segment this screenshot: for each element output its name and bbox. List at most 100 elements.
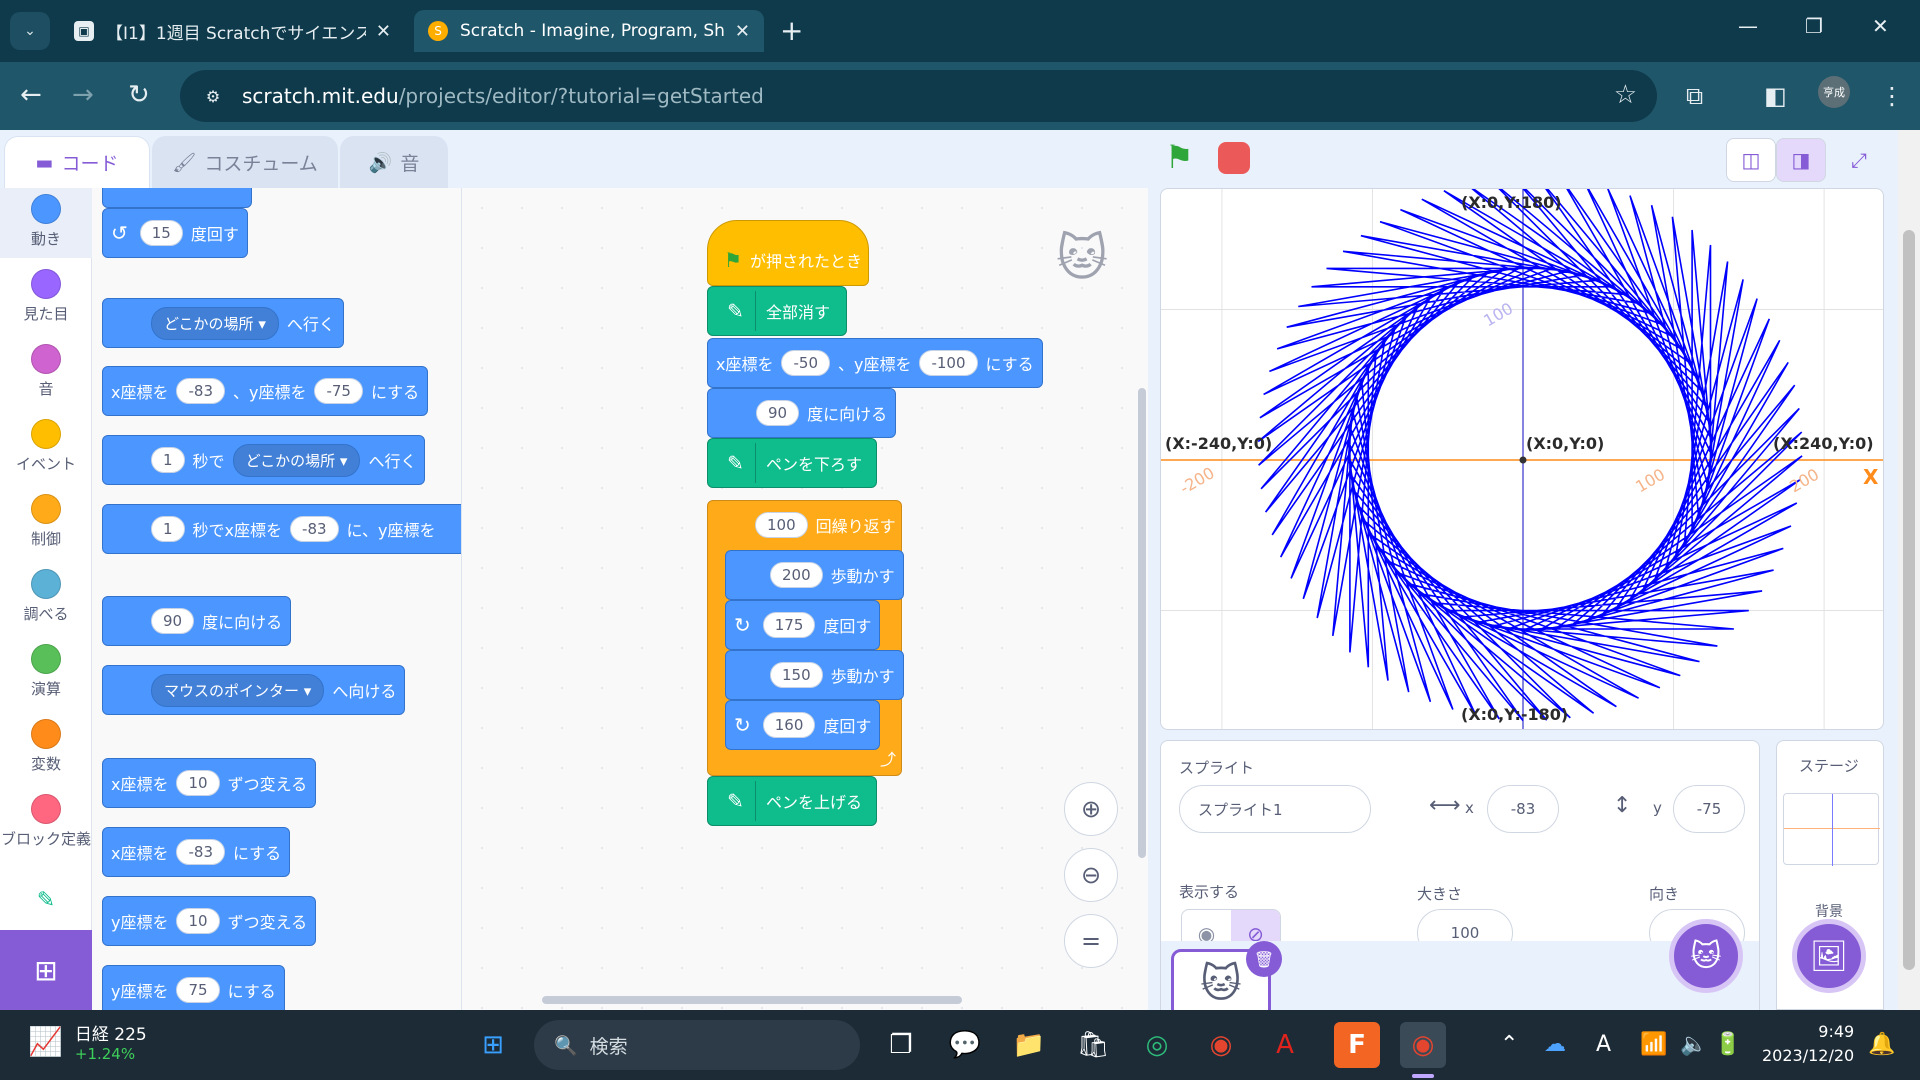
task-view-icon[interactable]: ❐	[878, 1022, 924, 1068]
new-tab-plus-icon[interactable]: +	[780, 14, 803, 47]
block-input[interactable]: 90	[151, 608, 195, 634]
y-position-field[interactable]: -75	[1673, 785, 1745, 833]
stage-target-pane[interactable]: ステージ 背景 🖼	[1776, 740, 1884, 1010]
block-input[interactable]: 200	[770, 562, 823, 588]
block-input[interactable]: -100	[919, 350, 978, 376]
block-input[interactable]: 1	[151, 447, 185, 473]
bookmark-star-icon[interactable]: ☆	[1614, 80, 1637, 110]
delete-trash-icon[interactable]: 🗑	[1246, 941, 1282, 977]
page-scrollbar[interactable]	[1898, 130, 1920, 1010]
code-workspace[interactable]: ⚑ が押されたとき ✎ 全部消す x座標を -50 、y座標を -100 にする…	[462, 188, 1148, 1010]
taskbar-search[interactable]: 🔍 検索	[534, 1020, 860, 1070]
category-pen[interactable]: ✎	[0, 888, 92, 928]
extensions-puzzle-icon[interactable]: ⧉	[1686, 82, 1703, 110]
pen-down-block[interactable]: ✎ ペンを下ろす	[707, 438, 877, 488]
wifi-icon[interactable]: 📶	[1640, 1032, 1667, 1057]
zoom-reset-icon[interactable]: =	[1064, 914, 1118, 968]
workspace-vertical-scrollbar[interactable]	[1138, 388, 1146, 858]
add-backdrop-image-icon[interactable]: 🖼	[1792, 919, 1866, 993]
point-direction-block[interactable]: 90 度に向ける	[707, 388, 897, 438]
palette-block-goto[interactable]: どこかの場所 ▾ へ行く	[102, 298, 344, 348]
palette-block-point-direction[interactable]: 90 度に向ける	[102, 596, 292, 646]
chrome-profile-icon[interactable]: ◉	[1400, 1022, 1446, 1068]
sprite-name-field[interactable]: スプライト1	[1179, 785, 1371, 833]
palette-block-turn-right[interactable]	[102, 188, 252, 208]
palette-block-point-towards[interactable]: マウスのポインター ▾ へ向ける	[102, 665, 406, 715]
block-input[interactable]: -83	[176, 839, 225, 865]
windows-start-icon[interactable]: ⊞	[470, 1022, 516, 1068]
block-input[interactable]: -75	[314, 378, 363, 404]
block-input[interactable]: -50	[781, 350, 830, 376]
block-input[interactable]: -83	[290, 516, 339, 542]
category-sound[interactable]: 音	[0, 338, 92, 408]
palette-block-set-x[interactable]: x座標を -83 にする	[102, 827, 291, 877]
fullscreen-icon[interactable]: ⤢	[1834, 138, 1884, 182]
pen-up-block[interactable]: ✎ ペンを上げる	[707, 776, 877, 826]
side-panel-icon[interactable]: ◧	[1764, 82, 1787, 110]
block-input[interactable]: 160	[762, 712, 816, 738]
move-steps-block[interactable]: 150 歩動かす	[725, 650, 904, 700]
tab-search-chevron-icon[interactable]: ⌄	[10, 12, 50, 50]
teams-chat-icon[interactable]: 💬	[942, 1022, 988, 1068]
onedrive-cloud-icon[interactable]: ☁	[1544, 1032, 1566, 1057]
category-motion[interactable]: 動き	[0, 188, 92, 258]
stage-canvas[interactable]: (X:0,Y:180) (X:0,Y:-180) (X:-240,Y:0) (X…	[1160, 188, 1884, 730]
palette-block-goto-xy[interactable]: x座標を -83 、y座標を -75 にする	[102, 366, 429, 416]
kebab-menu-icon[interactable]: ⋮	[1880, 82, 1904, 110]
block-input[interactable]: 100	[755, 512, 808, 538]
battery-icon[interactable]: 🔋	[1714, 1032, 1741, 1057]
fusion360-icon[interactable]: F	[1334, 1022, 1380, 1068]
block-dropdown[interactable]: マウスのポインター ▾	[151, 673, 325, 707]
palette-block-turn-left[interactable]: ↺ 15 度回す	[102, 208, 248, 258]
stop-sign-icon[interactable]	[1218, 142, 1250, 174]
ime-a-icon[interactable]: A	[1596, 1032, 1611, 1057]
system-clock[interactable]: 9:49 2023/12/20	[1762, 1020, 1854, 1068]
block-input[interactable]: 150	[770, 662, 823, 688]
block-input[interactable]: -83	[176, 378, 225, 404]
edge-browser-icon[interactable]: ◎	[1134, 1022, 1180, 1068]
palette-block-set-y[interactable]: y座標を 75 にする	[102, 965, 285, 1010]
x-position-field[interactable]: -83	[1487, 785, 1559, 833]
category-looks[interactable]: 見た目	[0, 263, 92, 333]
turn-right-block[interactable]: ↻ 175 度回す	[725, 600, 881, 650]
file-explorer-icon[interactable]: 📁	[1006, 1022, 1052, 1068]
window-close-icon[interactable]: ✕	[1872, 14, 1889, 38]
block-input[interactable]: 175	[762, 612, 816, 638]
volume-icon[interactable]: 🔈	[1680, 1032, 1707, 1057]
tray-chevron-up-icon[interactable]: ⌃	[1500, 1032, 1518, 1057]
block-dropdown[interactable]: どこかの場所 ▾	[151, 306, 279, 340]
block-input[interactable]: 10	[176, 770, 220, 796]
category-my-blocks[interactable]: ブロック定義	[0, 788, 92, 878]
normal-stage-mode-icon[interactable]: ◨	[1776, 138, 1826, 182]
block-input[interactable]: 15	[139, 220, 183, 246]
browser-tab-inactive[interactable]: ▣ 【I1】1週目 Scratchでサイエンスアー ✕	[60, 10, 405, 52]
restore-icon[interactable]: ❐	[1805, 14, 1823, 38]
category-operators[interactable]: 演算	[0, 638, 92, 708]
block-input[interactable]: 10	[176, 908, 220, 934]
category-variables[interactable]: 変数	[0, 713, 92, 783]
minimize-icon[interactable]: —	[1738, 14, 1758, 38]
category-control[interactable]: 制御	[0, 488, 92, 558]
add-extension-button[interactable]: ⊞	[0, 930, 92, 1010]
goto-xy-block[interactable]: x座標を -50 、y座標を -100 にする	[707, 338, 1043, 388]
turn-right-block[interactable]: ↻ 160 度回す	[725, 700, 881, 750]
stock-widget[interactable]: 📈 日経 225 +1.24%	[28, 1020, 147, 1063]
palette-block-glide-xy[interactable]: 1 秒でx座標を -83 に、y座標を	[102, 504, 461, 554]
profile-avatar[interactable]: 亨成	[1818, 76, 1850, 108]
browser-tab-active[interactable]: S Scratch - Imagine, Program, Sha ✕	[414, 10, 764, 52]
palette-block-change-y[interactable]: y座標を 10 ずつ変える	[102, 896, 317, 946]
tab-costume[interactable]: 🖌 コスチューム	[152, 136, 338, 188]
green-flag-run-icon[interactable]: ⚑	[1165, 138, 1194, 176]
back-arrow-icon[interactable]: ←	[20, 80, 42, 110]
category-events[interactable]: イベント	[0, 413, 92, 483]
chrome-icon[interactable]: ◉	[1198, 1022, 1244, 1068]
palette-block-change-x[interactable]: x座標を 10 ずつ変える	[102, 758, 317, 808]
tab-sound[interactable]: 🔊 音	[340, 136, 448, 188]
close-tab-icon[interactable]: ✕	[376, 21, 391, 42]
block-input[interactable]: 90	[756, 400, 800, 426]
workspace-horizontal-scrollbar[interactable]	[542, 996, 962, 1004]
block-input[interactable]: 1	[151, 516, 185, 542]
forward-arrow-icon[interactable]: →	[72, 80, 94, 110]
when-flag-clicked-block[interactable]: ⚑ が押されたとき	[707, 220, 869, 286]
block-dropdown[interactable]: どこかの場所 ▾	[232, 443, 361, 477]
